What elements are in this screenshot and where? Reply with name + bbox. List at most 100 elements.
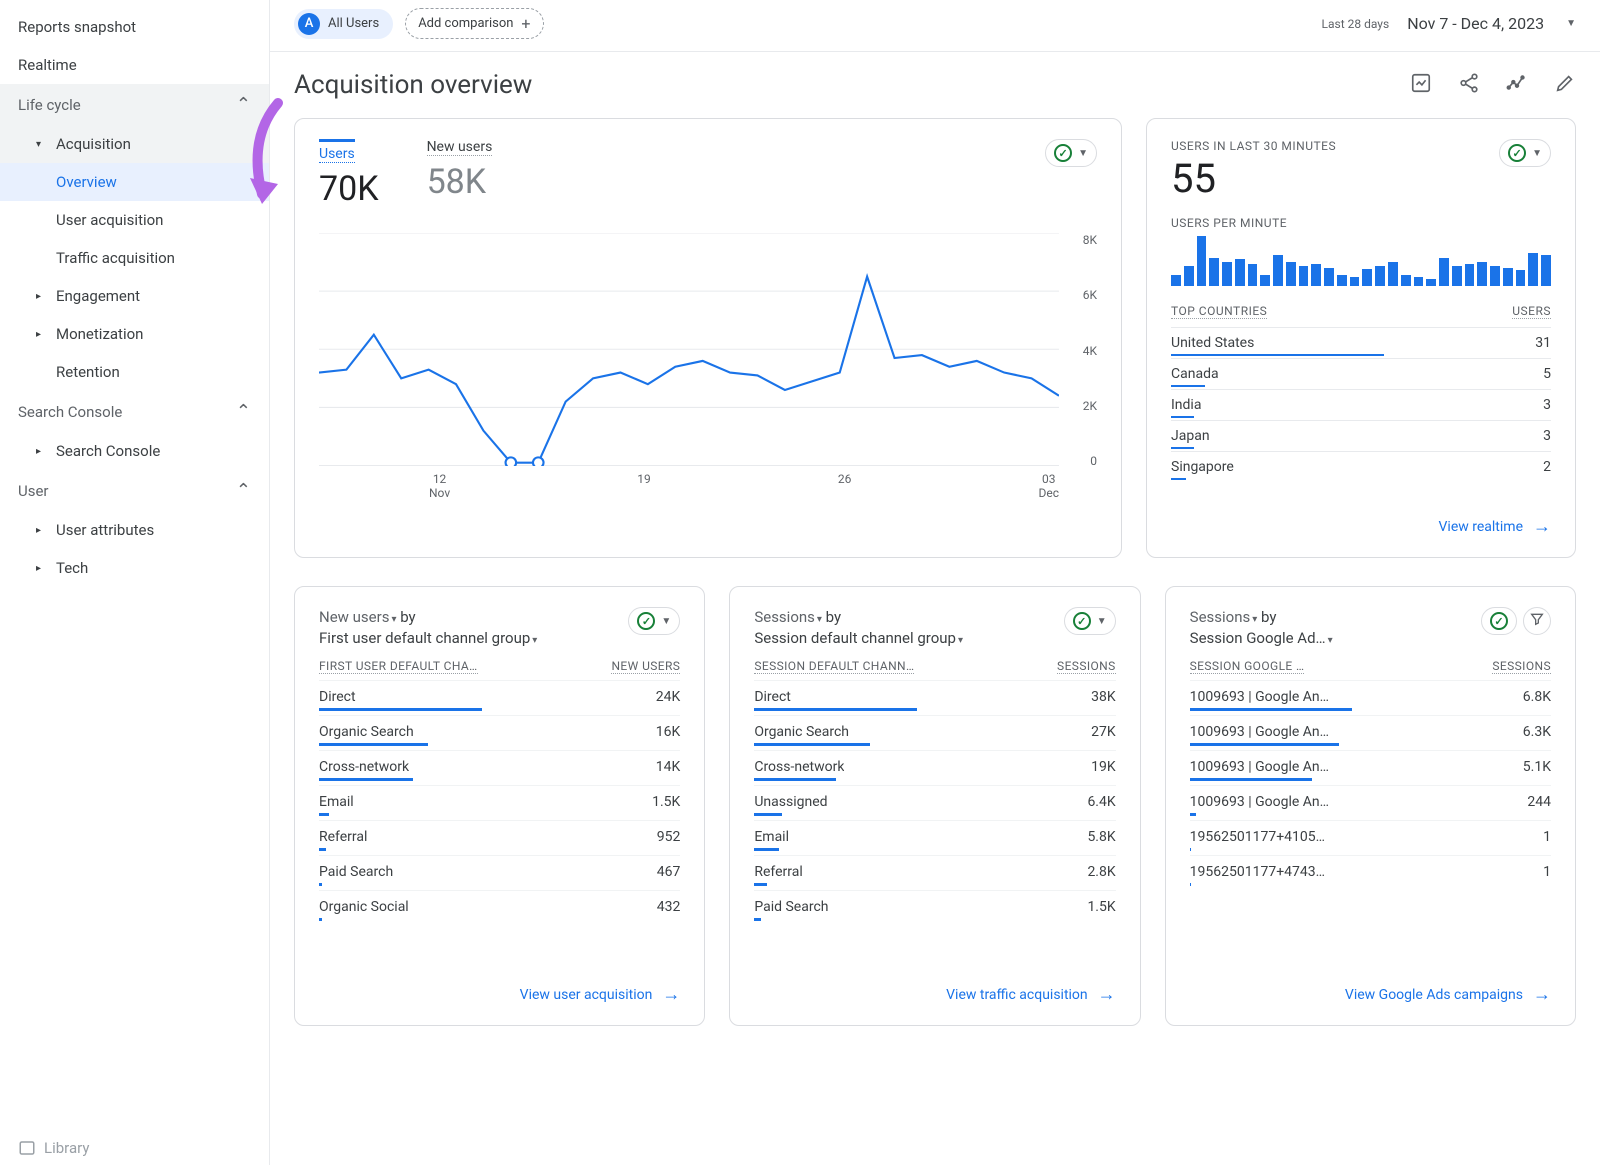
nav-user-attributes[interactable]: ▸User attributes (0, 511, 269, 549)
country-row: Singapore2 (1171, 451, 1551, 478)
nav-tech[interactable]: ▸Tech (0, 549, 269, 587)
insights-icon[interactable] (1410, 72, 1432, 98)
date-range-label: Last 28 days (1322, 17, 1390, 31)
card-title: Sessions▾ bySession default channel grou… (754, 607, 963, 649)
chevron-up-icon: ⌃ (236, 94, 251, 115)
filter-icon (1529, 611, 1545, 631)
caret-right-icon: ▸ (36, 525, 46, 536)
table-row: Referral2.8K (754, 855, 1115, 883)
add-comparison-button[interactable]: Add comparison + (405, 8, 543, 39)
date-range-value[interactable]: Nov 7 - Dec 4, 2023 (1407, 14, 1544, 33)
data-quality-button[interactable]: ✓ ▼ (1045, 139, 1097, 167)
users-per-minute-title: USERS PER MINUTE (1171, 216, 1551, 230)
metric-new-users[interactable]: New users 58K (427, 139, 493, 209)
date-range-dropdown[interactable]: ▼ (1566, 18, 1576, 29)
view-report-link[interactable]: View Google Ads campaigns→ (1345, 984, 1551, 1005)
chevron-up-icon: ⌃ (236, 401, 251, 422)
column-header: SESSION GOOGLE … (1190, 659, 1305, 674)
trends-icon[interactable] (1506, 72, 1528, 98)
users-trend-card: Users 70K New users 58K ✓ ▼ (294, 118, 1122, 558)
chevron-down-icon: ▼ (1078, 148, 1088, 159)
dimension-selector[interactable]: Session Google Ad…▾ (1190, 629, 1333, 647)
arrow-right-icon: → (1533, 984, 1551, 1005)
sessions-by-channel-card: Sessions▾ bySession default channel grou… (729, 586, 1140, 1026)
chevron-up-icon: ⌃ (236, 480, 251, 501)
caret-down-icon: ▾ (36, 139, 46, 150)
top-countries-label: TOP COUNTRIES (1171, 304, 1267, 319)
section-search-console[interactable]: Search Console⌃ (0, 391, 269, 432)
chevron-down-icon: ▼ (1097, 616, 1107, 627)
caret-right-icon: ▸ (36, 563, 46, 574)
nav-traffic-acquisition[interactable]: Traffic acquisition (0, 239, 269, 277)
table-row: Paid Search1.5K (754, 890, 1115, 918)
table-row: Cross-network14K (319, 750, 680, 778)
data-quality-button[interactable]: ✓▼ (1064, 607, 1116, 635)
metric-users[interactable]: Users 70K (319, 139, 379, 209)
view-report-link[interactable]: View user acquisition→ (520, 984, 681, 1005)
dimension-selector[interactable]: Session default channel group▾ (754, 629, 963, 647)
dimension-selector[interactable]: First user default channel group▾ (319, 629, 537, 647)
section-user[interactable]: User⌃ (0, 470, 269, 511)
data-quality-button[interactable]: ✓ (1481, 607, 1517, 635)
plus-icon: + (521, 14, 530, 33)
column-header: FIRST USER DEFAULT CHA… (319, 659, 478, 674)
edit-icon[interactable] (1554, 72, 1576, 98)
sidebar: Reports snapshot Realtime Life cycle⌃ ▾A… (0, 0, 270, 1165)
library-link[interactable]: Library (18, 1139, 89, 1157)
page-header: Acquisition overview (270, 52, 1600, 118)
realtime-title: USERS IN LAST 30 MINUTES (1171, 139, 1336, 153)
segment-badge: A (298, 13, 320, 35)
table-row: Unassigned6.4K (754, 785, 1115, 813)
table-row: Paid Search467 (319, 855, 680, 883)
country-row: Canada5 (1171, 358, 1551, 385)
table-row: 19562501177+4743…1 (1190, 855, 1551, 883)
column-header: SESSIONS (1492, 659, 1551, 674)
column-header: SESSION DEFAULT CHANN… (754, 659, 914, 674)
country-row: United States31 (1171, 327, 1551, 354)
nav-acquisition[interactable]: ▾Acquisition (0, 125, 269, 163)
check-icon: ✓ (1508, 144, 1526, 162)
view-realtime-link[interactable]: View realtime→ (1439, 516, 1551, 537)
data-quality-button[interactable]: ✓▼ (628, 607, 680, 635)
nav-engagement[interactable]: ▸Engagement (0, 277, 269, 315)
segment-all-users[interactable]: A All Users (294, 9, 393, 39)
nav-retention[interactable]: Retention (0, 353, 269, 391)
country-row: India3 (1171, 389, 1551, 416)
table-row: Email1.5K (319, 785, 680, 813)
nav-acquisition-overview[interactable]: Overview (0, 163, 269, 201)
caret-right-icon: ▸ (36, 291, 46, 302)
check-icon: ✓ (637, 612, 655, 630)
nav-search-console[interactable]: ▸Search Console (0, 432, 269, 470)
table-row: 1009693 | Google An…244 (1190, 785, 1551, 813)
chevron-down-icon: ▼ (661, 616, 671, 627)
column-header: NEW USERS (611, 659, 680, 674)
table-row: 1009693 | Google An…6.3K (1190, 715, 1551, 743)
country-row: Japan3 (1171, 420, 1551, 447)
check-icon: ✓ (1490, 612, 1508, 630)
table-row: Email5.8K (754, 820, 1115, 848)
users-line-chart: 8K6K4K2K0 (319, 233, 1097, 468)
topbar: A All Users Add comparison + Last 28 day… (270, 0, 1600, 52)
users-column-label: USERS (1512, 304, 1551, 319)
caret-right-icon: ▸ (36, 329, 46, 340)
nav-reports-snapshot[interactable]: Reports snapshot (0, 8, 269, 46)
share-icon[interactable] (1458, 72, 1480, 98)
card-title: Sessions▾ bySession Google Ad…▾ (1190, 607, 1333, 649)
view-report-link[interactable]: View traffic acquisition→ (946, 984, 1116, 1005)
table-row: Organic Search27K (754, 715, 1115, 743)
check-icon: ✓ (1054, 144, 1072, 162)
card-title: New users▾ byFirst user default channel … (319, 607, 537, 649)
chevron-down-icon: ▼ (1532, 148, 1542, 159)
new-users-by-channel-card: New users▾ byFirst user default channel … (294, 586, 705, 1026)
nav-monetization[interactable]: ▸Monetization (0, 315, 269, 353)
filter-button[interactable] (1523, 607, 1551, 635)
table-row: Direct38K (754, 680, 1115, 708)
table-row: 1009693 | Google An…5.1K (1190, 750, 1551, 778)
nav-user-acquisition[interactable]: User acquisition (0, 201, 269, 239)
section-life-cycle[interactable]: Life cycle⌃ (0, 84, 269, 125)
nav-realtime[interactable]: Realtime (0, 46, 269, 84)
table-row: 19562501177+4105…1 (1190, 820, 1551, 848)
data-quality-button[interactable]: ✓ ▼ (1499, 139, 1551, 167)
check-icon: ✓ (1073, 612, 1091, 630)
table-row: Referral952 (319, 820, 680, 848)
